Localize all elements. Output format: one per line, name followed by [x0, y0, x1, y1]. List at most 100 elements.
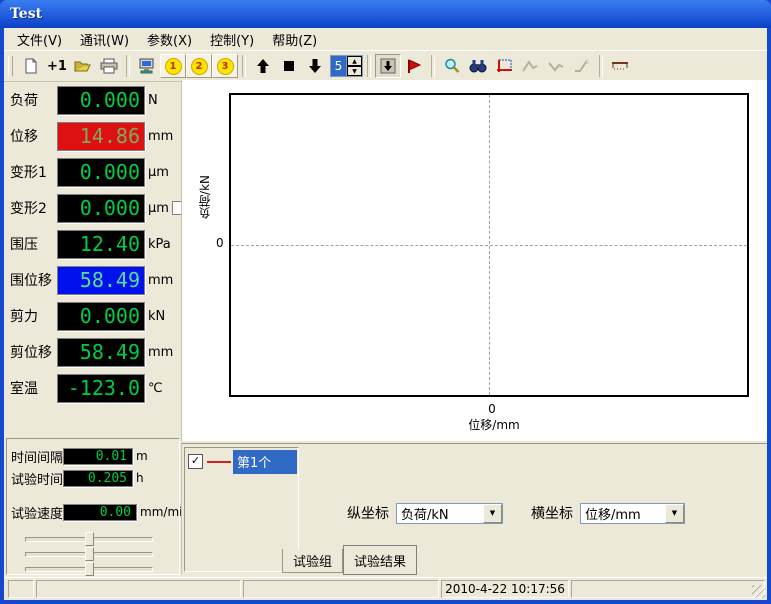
displacement-label: 位移: [10, 129, 38, 145]
menu-bar: 文件(V) 通讯(W) 参数(X) 控制(Y) 帮助(Z): [4, 28, 767, 51]
plot-area[interactable]: [229, 93, 749, 397]
axis-selector-row: 纵坐标 负荷/kN ▼ 横坐标 位移/mm ▼: [299, 502, 765, 524]
deform2-label: 变形2: [10, 201, 47, 217]
toolbar-separator: [242, 55, 246, 77]
stop-button[interactable]: [276, 54, 302, 78]
chart-y-axis-label: 负荷/kN: [198, 175, 212, 219]
x-axis-combo-value: 位移/mm: [585, 507, 641, 523]
spinner-up-icon[interactable]: ▲: [347, 56, 362, 66]
combo-dropdown-icon[interactable]: ▼: [665, 503, 684, 523]
open-file-button[interactable]: [70, 54, 96, 78]
zoom-button[interactable]: [439, 54, 465, 78]
y-axis-combo[interactable]: 负荷/kN ▼: [396, 502, 503, 524]
window-title: Test: [10, 6, 43, 22]
confining-pressure-display: 12.40: [57, 229, 145, 259]
status-bar: 2010-4-22 10:17:56: [4, 577, 767, 600]
printer-icon: [100, 58, 118, 74]
shear-force-display: 0.000: [57, 301, 145, 331]
readout-row-room-temp: 室温 -123.0 ℃: [10, 372, 178, 404]
speed-slider-2[interactable]: [25, 547, 153, 561]
chart-x-axis-label: 位移/mm: [468, 418, 520, 432]
test-speed-label: 试验速度: [11, 506, 64, 522]
test-time-display: 0.205: [63, 469, 134, 487]
combo-dropdown-icon[interactable]: ▼: [483, 503, 502, 523]
print-button[interactable]: [96, 54, 122, 78]
menu-file[interactable]: 文件(V): [8, 28, 71, 51]
slider-thumb[interactable]: [85, 562, 94, 576]
search-button[interactable]: [465, 54, 491, 78]
tab-test-results[interactable]: 试验结果: [343, 545, 418, 575]
curve-peak-button: [517, 54, 543, 78]
mark-flag-button[interactable]: [401, 54, 427, 78]
menu-help[interactable]: 帮助(Z): [263, 28, 326, 51]
resize-grip[interactable]: [752, 585, 765, 598]
x-axis-combo[interactable]: 位移/mm ▼: [580, 502, 685, 524]
menu-params[interactable]: 参数(X): [138, 28, 201, 51]
add-one-button[interactable]: +1: [44, 54, 70, 78]
speed-slider-3[interactable]: [25, 562, 153, 576]
stop-square-icon: [283, 60, 295, 72]
confining-displacement-display: 58.49: [57, 265, 145, 295]
shear-force-label: 剪力: [10, 309, 38, 325]
up-arrow-icon: [255, 58, 271, 74]
boxed-down-arrow-icon: [380, 58, 396, 74]
series-checkbox[interactable]: ✓: [188, 454, 203, 469]
readouts-panel: 负荷 0.000 N 位移 14.86 mm 变形1 0.000 μm 变形2 …: [6, 82, 186, 416]
download-data-button[interactable]: [375, 54, 401, 78]
deform1-unit: μm: [148, 164, 169, 180]
connect-machine-button[interactable]: [134, 54, 160, 78]
timing-panel: 时间间隔 0.01 m 试验时间 0.205 h 试验速度 0.00 mm/mi…: [6, 438, 190, 576]
shear-displacement-label: 剪位移: [10, 345, 52, 361]
readout-row-load: 负荷 0.000 N: [10, 84, 178, 116]
status-panel-1: [8, 580, 34, 598]
deform1-label: 变形1: [10, 165, 47, 181]
axes-setup-button[interactable]: [491, 54, 517, 78]
channel-1-button[interactable]: 1: [160, 54, 186, 78]
speed-slider-1[interactable]: [25, 532, 153, 546]
menu-control[interactable]: 控制(Y): [201, 28, 263, 51]
channel-2-icon: 2: [190, 57, 208, 75]
curve-valley-button: [543, 54, 569, 78]
move-up-button[interactable]: [250, 54, 276, 78]
load-unit: N: [148, 92, 158, 108]
deform1-display: 0.000: [57, 157, 145, 187]
speed-spinner-value[interactable]: 5: [331, 56, 346, 76]
series-color-swatch: [207, 460, 231, 463]
move-down-button[interactable]: [302, 54, 328, 78]
readout-row-displacement: 位移 14.86 mm: [10, 120, 178, 152]
displacement-display: 14.86: [57, 121, 145, 151]
spinner-down-icon[interactable]: ▼: [347, 66, 362, 76]
shear-displacement-unit: mm: [148, 344, 174, 360]
room-temp-label: 室温: [10, 381, 38, 397]
zero-gridline-vertical: [489, 95, 490, 395]
time-interval-label: 时间间隔: [11, 450, 64, 466]
computer-icon: [138, 58, 156, 74]
channel-3-button[interactable]: 3: [212, 54, 238, 78]
speed-spinner[interactable]: 5 ▲ ▼: [330, 55, 363, 77]
confining-pressure-label: 围压: [10, 237, 38, 253]
curve-valley-icon: [547, 58, 565, 74]
y-axis-combo-value: 负荷/kN: [401, 507, 449, 523]
red-flag-icon: [405, 58, 423, 74]
series-item[interactable]: ✓ 第1个: [188, 449, 297, 474]
app-window: Test 文件(V) 通讯(W) 参数(X) 控制(Y) 帮助(Z) +1 1 …: [0, 0, 771, 604]
menu-comm[interactable]: 通讯(W): [71, 28, 138, 51]
displacement-unit: mm: [148, 128, 174, 144]
shear-force-unit: kN: [148, 308, 166, 324]
channel-2-button[interactable]: 2: [186, 54, 212, 78]
toolbar-grip[interactable]: [8, 56, 13, 76]
readout-row-shear-force: 剪力 0.000 kN: [10, 300, 178, 332]
new-document-icon: [23, 58, 39, 74]
toolbar-separator: [431, 55, 435, 77]
slider-thumb[interactable]: [85, 547, 94, 561]
new-file-button[interactable]: [18, 54, 44, 78]
tab-test-group[interactable]: 试验组: [282, 549, 344, 573]
time-interval-display: 0.01: [63, 447, 134, 465]
test-speed-row: 试验速度 0.00 mm/min: [11, 502, 190, 522]
ruler-button[interactable]: [607, 54, 633, 78]
test-time-label: 试验时间: [11, 472, 64, 488]
slider-thumb[interactable]: [85, 532, 94, 546]
bottom-panel: ✓ 第1个 纵坐标 负荷/kN ▼ 横坐标 位移/mm ▼ 试验组 试验结果: [181, 443, 767, 575]
confining-pressure-unit: kPa: [148, 236, 171, 252]
series-name[interactable]: 第1个: [233, 449, 297, 474]
